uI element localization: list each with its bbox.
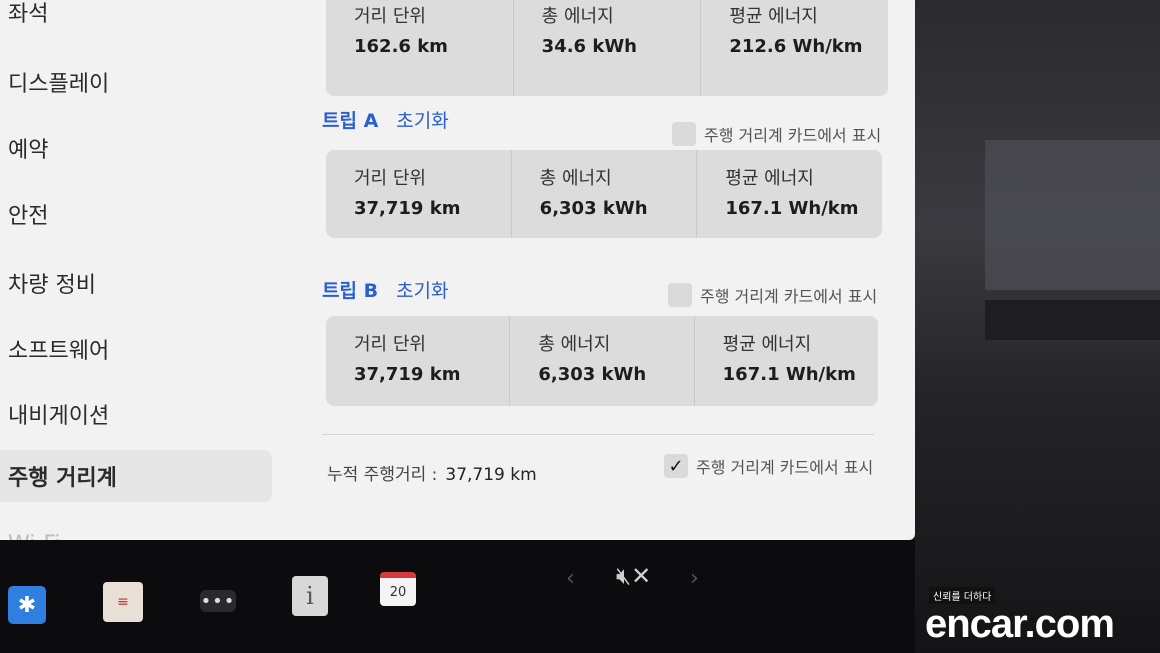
trip-b-card: 거리 단위 37,719 km 총 에너지 6,303 kWh 평균 에너지 1… <box>326 316 878 406</box>
odometer-panel: 거리 단위 162.6 km 총 에너지 34.6 kWh 평균 에너지 212… <box>322 0 892 540</box>
bluetooth-glyph: ✱ <box>17 592 37 618</box>
bluetooth-icon[interactable]: ✱ <box>8 586 46 624</box>
sidebar-item-navigation[interactable]: 내비게이션 <box>0 388 272 440</box>
sidebar-item-label: 예약 <box>8 138 49 163</box>
notes-glyph: ≡ <box>117 594 129 610</box>
right-arrow-glyph: › <box>690 566 699 591</box>
trip-b-show-toggle[interactable]: 주행 거리계 카드에서 표시 <box>668 283 877 307</box>
trip-b-show-label: 주행 거리계 카드에서 표시 <box>700 287 878 306</box>
trip-b-distance-label: 거리 단위 <box>354 334 426 355</box>
sidebar-item-service[interactable]: 차량 정비 <box>0 257 272 309</box>
recent-trip-card: 거리 단위 162.6 km 총 에너지 34.6 kWh 평균 에너지 212… <box>326 0 888 96</box>
odometer-label: 누적 주행거리 : <box>327 465 438 485</box>
sidebar-item-software[interactable]: 소프트웨어 <box>0 323 272 375</box>
sidebar-item-schedule[interactable]: 예약 <box>0 122 272 174</box>
sidebar-item-label: 차량 정비 <box>8 273 96 298</box>
trip-a-avg-energy-cell: 평균 에너지 167.1 Wh/km <box>697 150 882 238</box>
check-icon: ✓ <box>668 455 684 477</box>
settings-sidebar: 좌석 디스플레이 예약 안전 차량 정비 소프트웨어 내비게이션 주행 거리계 … <box>0 0 275 540</box>
trip-b-reset-button[interactable]: 초기화 <box>396 276 448 303</box>
avg-energy-label: 평균 에너지 <box>729 6 818 27</box>
trip-b-title: 트립 B <box>322 279 379 302</box>
sidebar-item-display[interactable]: 디스플레이 <box>0 56 272 108</box>
odometer-checkbox[interactable]: ✓ <box>664 454 688 478</box>
more-apps-icon[interactable]: ••• <box>200 590 236 612</box>
sidebar-item-label: 안전 <box>8 204 49 229</box>
trip-a-avg-energy-value: 167.1 Wh/km <box>725 198 859 219</box>
avg-energy-value: 212.6 Wh/km <box>729 36 863 57</box>
volume-up-icon[interactable]: › <box>690 566 699 591</box>
trip-b-energy-cell: 총 에너지 6,303 kWh <box>510 316 695 406</box>
distance-label: 거리 단위 <box>354 6 426 27</box>
info-glyph: i <box>306 582 314 610</box>
energy-value: 34.6 kWh <box>541 36 637 57</box>
trip-b-header: 트립 B 초기화 <box>322 274 449 304</box>
trip-a-reset-button[interactable]: 초기화 <box>396 106 448 133</box>
sidebar-item-wifi[interactable]: Wi-Fi <box>0 518 272 541</box>
trip-b-avg-energy-cell: 평균 에너지 167.1 Wh/km <box>695 316 878 406</box>
taskbar: ✱ ≡ ••• i 20 ‹ 🔇︎✕ › <box>0 540 915 653</box>
trip-a-title: 트립 A <box>322 109 379 132</box>
total-odometer: 누적 주행거리 : 37,719 km <box>327 460 537 485</box>
sidebar-item-label: 소프트웨어 <box>8 339 110 364</box>
sidebar-item-label: 주행 거리계 <box>8 466 117 491</box>
sidebar-item-label: Wi-Fi <box>8 532 61 541</box>
calendar-day: 20 <box>389 584 407 600</box>
distance-cell: 거리 단위 162.6 km <box>326 0 514 96</box>
trip-b-energy-label: 총 에너지 <box>538 334 611 355</box>
trip-a-energy-value: 6,303 kWh <box>539 198 648 219</box>
odometer-value: 37,719 km <box>445 465 537 485</box>
background-shadow <box>985 300 1160 340</box>
sidebar-item-label: 디스플레이 <box>8 72 110 97</box>
left-arrow-glyph: ‹ <box>566 566 575 591</box>
mute-icon[interactable]: 🔇︎✕ <box>616 562 651 590</box>
encar-watermark: 신뢰를 더하다 encar.com <box>925 585 1155 644</box>
energy-cell: 총 에너지 34.6 kWh <box>514 0 702 96</box>
manual-info-icon[interactable]: i <box>292 576 328 616</box>
background-outside-screen <box>915 0 1160 653</box>
calendar-icon[interactable]: 20 <box>380 572 416 606</box>
mute-glyph: 🔇︎✕ <box>616 562 652 590</box>
trip-a-distance-label: 거리 단위 <box>354 168 426 189</box>
energy-label: 총 에너지 <box>541 6 614 27</box>
trip-b-energy-value: 6,303 kWh <box>538 364 647 385</box>
trip-b-checkbox[interactable] <box>668 283 692 307</box>
odometer-show-toggle[interactable]: ✓ 주행 거리계 카드에서 표시 <box>664 454 873 478</box>
trip-b-distance-cell: 거리 단위 37,719 km <box>326 316 511 406</box>
watermark-brand: encar.com <box>925 602 1115 646</box>
trip-a-card: 거리 단위 37,719 km 총 에너지 6,303 kWh 평균 에너지 1… <box>326 150 882 238</box>
divider <box>322 434 874 435</box>
more-glyph: ••• <box>200 590 236 612</box>
trip-a-show-toggle[interactable]: 주행 거리계 카드에서 표시 <box>672 122 881 146</box>
sidebar-item-seats[interactable]: 좌석 <box>0 0 272 38</box>
trip-a-distance-cell: 거리 단위 37,719 km <box>326 150 512 238</box>
sidebar-item-odometer[interactable]: 주행 거리계 <box>0 450 272 502</box>
sidebar-item-label: 내비게이션 <box>8 404 110 429</box>
trip-a-energy-label: 총 에너지 <box>539 168 612 189</box>
settings-screen: 좌석 디스플레이 예약 안전 차량 정비 소프트웨어 내비게이션 주행 거리계 … <box>0 0 915 540</box>
trip-b-avg-energy-value: 167.1 Wh/km <box>722 364 856 385</box>
trip-b-avg-energy-label: 평균 에너지 <box>722 334 812 355</box>
sidebar-item-label: 좌석 <box>8 2 49 27</box>
trip-a-header: 트립 A 초기화 <box>322 104 449 134</box>
background-reflection <box>985 140 1160 290</box>
odometer-show-label: 주행 거리계 카드에서 표시 <box>696 458 874 477</box>
trip-a-avg-energy-label: 평균 에너지 <box>725 168 814 189</box>
volume-down-icon[interactable]: ‹ <box>566 566 575 591</box>
trip-a-show-label: 주행 거리계 카드에서 표시 <box>704 126 882 145</box>
avg-energy-cell: 평균 에너지 212.6 Wh/km <box>701 0 888 96</box>
sidebar-item-safety[interactable]: 안전 <box>0 188 272 240</box>
trip-a-distance-value: 37,719 km <box>354 198 461 219</box>
trip-a-energy-cell: 총 에너지 6,303 kWh <box>512 150 698 238</box>
notes-app-icon[interactable]: ≡ <box>103 582 143 622</box>
trip-b-distance-value: 37,719 km <box>354 364 461 385</box>
trip-a-checkbox[interactable] <box>672 122 696 146</box>
distance-value: 162.6 km <box>354 36 448 57</box>
